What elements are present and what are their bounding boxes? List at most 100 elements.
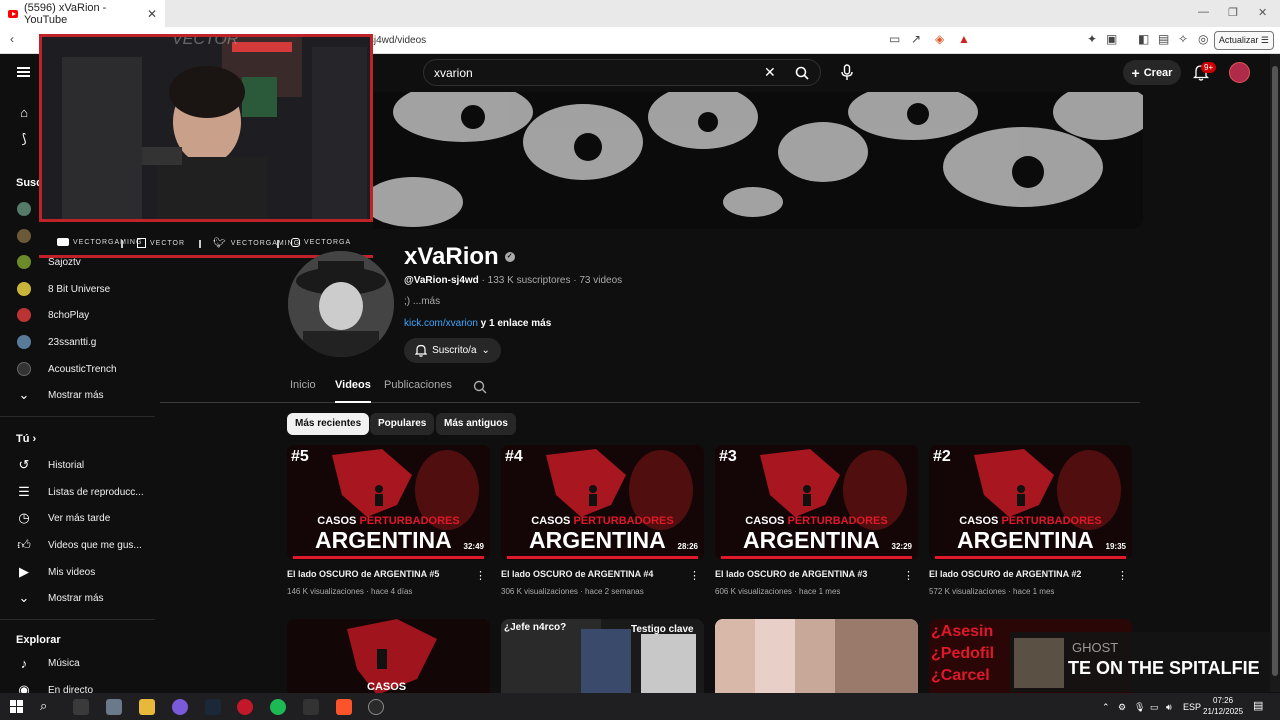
- back-icon[interactable]: ‹: [10, 32, 14, 46]
- video-card[interactable]: #3 CASOS PERTURBADORES ARGENTINA 32:29 El la…: [715, 445, 918, 596]
- more-links[interactable]: y 1 enlace más: [478, 318, 552, 329]
- scrollbar-thumb[interactable]: [1272, 66, 1278, 676]
- thumbnail-photo: [795, 619, 835, 695]
- extensions-icon[interactable]: ✦: [1087, 32, 1097, 46]
- channel-description[interactable]: ;) ...más: [404, 296, 440, 307]
- reading-icon[interactable]: ▣: [1106, 32, 1117, 46]
- sidebar-subscription[interactable]: 23ssantti.g: [0, 329, 155, 355]
- url-field[interactable]: n-sj4wd/videos: [360, 31, 980, 50]
- video-card[interactable]: #5 CASOS PERTURBADORES ARGENTINA 32:49 El la…: [287, 445, 490, 596]
- tray-chevron-icon[interactable]: ⌃: [1102, 702, 1110, 713]
- account-avatar[interactable]: [1229, 62, 1250, 83]
- chip-oldest[interactable]: Más antiguos: [436, 413, 516, 435]
- discord-icon[interactable]: [172, 699, 188, 715]
- streamer-webcam: VECTOR: [39, 34, 373, 222]
- tray-app-icon[interactable]: ⚙: [1118, 702, 1126, 713]
- sidebar-item-my-videos[interactable]: ▶ Mis videos: [0, 559, 155, 585]
- sidebar-toggle-icon[interactable]: ◧: [1138, 32, 1149, 46]
- channel-avatar-large[interactable]: [288, 251, 394, 357]
- sidebar-item-history[interactable]: ↺ Historial: [0, 452, 155, 478]
- thumbnail-title: ARGENTINA: [315, 527, 452, 553]
- more-options-icon[interactable]: ⋮: [903, 569, 914, 582]
- watch-progress-bar: [721, 556, 912, 559]
- show-more-subscriptions[interactable]: ⌄ Mostrar más: [0, 382, 155, 408]
- menu-icon[interactable]: [17, 67, 30, 77]
- instagram-icon: [291, 238, 300, 247]
- video-title[interactable]: El lado OSCURO de ARGENTINA #3: [715, 569, 867, 579]
- video-thumbnail[interactable]: [715, 619, 918, 695]
- maximize-icon[interactable]: ❐: [1228, 6, 1238, 19]
- more-options-icon[interactable]: ⋮: [475, 569, 486, 582]
- network-icon[interactable]: ▭: [1150, 702, 1159, 713]
- language-indicator[interactable]: ESP: [1183, 702, 1201, 712]
- opera-icon[interactable]: [237, 699, 253, 715]
- notifications-icon[interactable]: ▤: [1253, 699, 1263, 712]
- app-icon[interactable]: [106, 699, 122, 715]
- microphone-icon[interactable]: 🎙︎: [1134, 702, 1145, 713]
- file-explorer-icon[interactable]: [139, 699, 155, 715]
- share-icon[interactable]: ↗: [911, 32, 921, 46]
- clock-time[interactable]: 07:26: [1213, 696, 1233, 705]
- you-heading[interactable]: Tú ›: [16, 433, 36, 445]
- ai-icon[interactable]: ✧: [1178, 32, 1188, 46]
- video-card[interactable]: #4 CASOS PERTURBADORES ARGENTINA 28:26 El la…: [501, 445, 704, 596]
- sidebar-subscription[interactable]: AcousticTrench: [0, 356, 155, 382]
- update-button[interactable]: Actualizar ☰: [1213, 31, 1274, 50]
- taskbar-search-icon[interactable]: ⌕: [40, 698, 47, 714]
- sidebar-subscription[interactable]: 8 Bit Universe: [0, 276, 155, 302]
- tab-videos[interactable]: Videos: [335, 379, 371, 403]
- app-icon[interactable]: [303, 699, 319, 715]
- video-rank: #4: [505, 448, 523, 465]
- channel-search-icon[interactable]: [473, 380, 487, 394]
- search-input[interactable]: [434, 66, 734, 80]
- tab-publicaciones[interactable]: Publicaciones: [384, 379, 452, 391]
- video-title[interactable]: El lado OSCURO de ARGENTINA #4: [501, 569, 653, 579]
- sidebar-item-watch-later[interactable]: ◷ Ver más tarde: [0, 505, 155, 531]
- microphone-icon[interactable]: [840, 64, 854, 81]
- video-thumbnail[interactable]: #2 CASOS PERTURBADORES ARGENTINA 19:35: [929, 445, 1132, 560]
- close-tab-icon[interactable]: ✕: [147, 7, 157, 21]
- subscribed-button[interactable]: Suscrito/a ⌄: [404, 338, 501, 363]
- clock-date[interactable]: 21/12/2025: [1203, 707, 1243, 716]
- notification-badge: 9+: [1201, 62, 1217, 73]
- browser-tab[interactable]: (5596) xVaRion - YouTube ✕: [0, 0, 165, 27]
- brave-shield-icon[interactable]: ◈: [935, 32, 944, 46]
- video-title[interactable]: El lado OSCURO de ARGENTINA #5: [287, 569, 439, 579]
- plus-icon: +: [1131, 64, 1140, 81]
- sidebar-item-music[interactable]: ♪ Música: [0, 650, 155, 676]
- brave-icon[interactable]: [336, 699, 352, 715]
- steam-icon[interactable]: [205, 699, 221, 715]
- wallet-icon[interactable]: ▤: [1158, 32, 1169, 46]
- task-view-icon[interactable]: [73, 699, 89, 715]
- video-card[interactable]: #2 CASOS PERTURBADORES ARGENTINA 19:35 El la…: [929, 445, 1132, 596]
- sidebar-item-liked[interactable]: 👍︎ Videos que me gus...: [0, 532, 155, 558]
- search-icon[interactable]: [795, 66, 809, 80]
- channel-link[interactable]: kick.com/xvarion: [404, 318, 478, 329]
- video-thumbnail[interactable]: CASOS: [287, 619, 490, 695]
- video-thumbnail[interactable]: #3 CASOS PERTURBADORES ARGENTINA 32:29: [715, 445, 918, 560]
- sidebar-item-playlists[interactable]: ☰ Listas de reproducc...: [0, 479, 155, 505]
- show-more-you[interactable]: ⌄ Mostrar más: [0, 585, 155, 611]
- screen-icon[interactable]: ▭: [889, 32, 900, 46]
- video-thumbnail[interactable]: ¿Jefe n4rco? Testigo clave: [501, 619, 704, 695]
- tab-inicio[interactable]: Inicio: [290, 379, 316, 391]
- video-title[interactable]: El lado OSCURO de ARGENTINA #2: [929, 569, 1081, 579]
- video-thumbnail[interactable]: #4 CASOS PERTURBADORES ARGENTINA 28:26: [501, 445, 704, 560]
- rewards-icon[interactable]: ▲: [958, 32, 970, 46]
- vpn-icon[interactable]: ◎: [1198, 32, 1208, 46]
- more-options-icon[interactable]: ⋮: [689, 569, 700, 582]
- video-thumbnail[interactable]: #5 CASOS PERTURBADORES ARGENTINA 32:49: [287, 445, 490, 560]
- clear-search-icon[interactable]: ✕: [764, 64, 776, 81]
- sidebar-subscription[interactable]: 8choPlay: [0, 302, 155, 328]
- volume-icon[interactable]: 🔊︎: [1166, 702, 1172, 713]
- windows-start-icon[interactable]: [10, 700, 23, 713]
- create-button[interactable]: + Crear: [1123, 60, 1181, 85]
- obs-icon[interactable]: [368, 699, 384, 715]
- minimize-icon[interactable]: —: [1198, 6, 1209, 18]
- search-box[interactable]: ✕: [423, 59, 821, 86]
- chip-popular[interactable]: Populares: [370, 413, 435, 435]
- window-close-icon[interactable]: ✕: [1258, 6, 1267, 19]
- more-options-icon[interactable]: ⋮: [1117, 569, 1128, 582]
- spotify-icon[interactable]: [270, 699, 286, 715]
- chip-recent[interactable]: Más recientes: [287, 413, 370, 435]
